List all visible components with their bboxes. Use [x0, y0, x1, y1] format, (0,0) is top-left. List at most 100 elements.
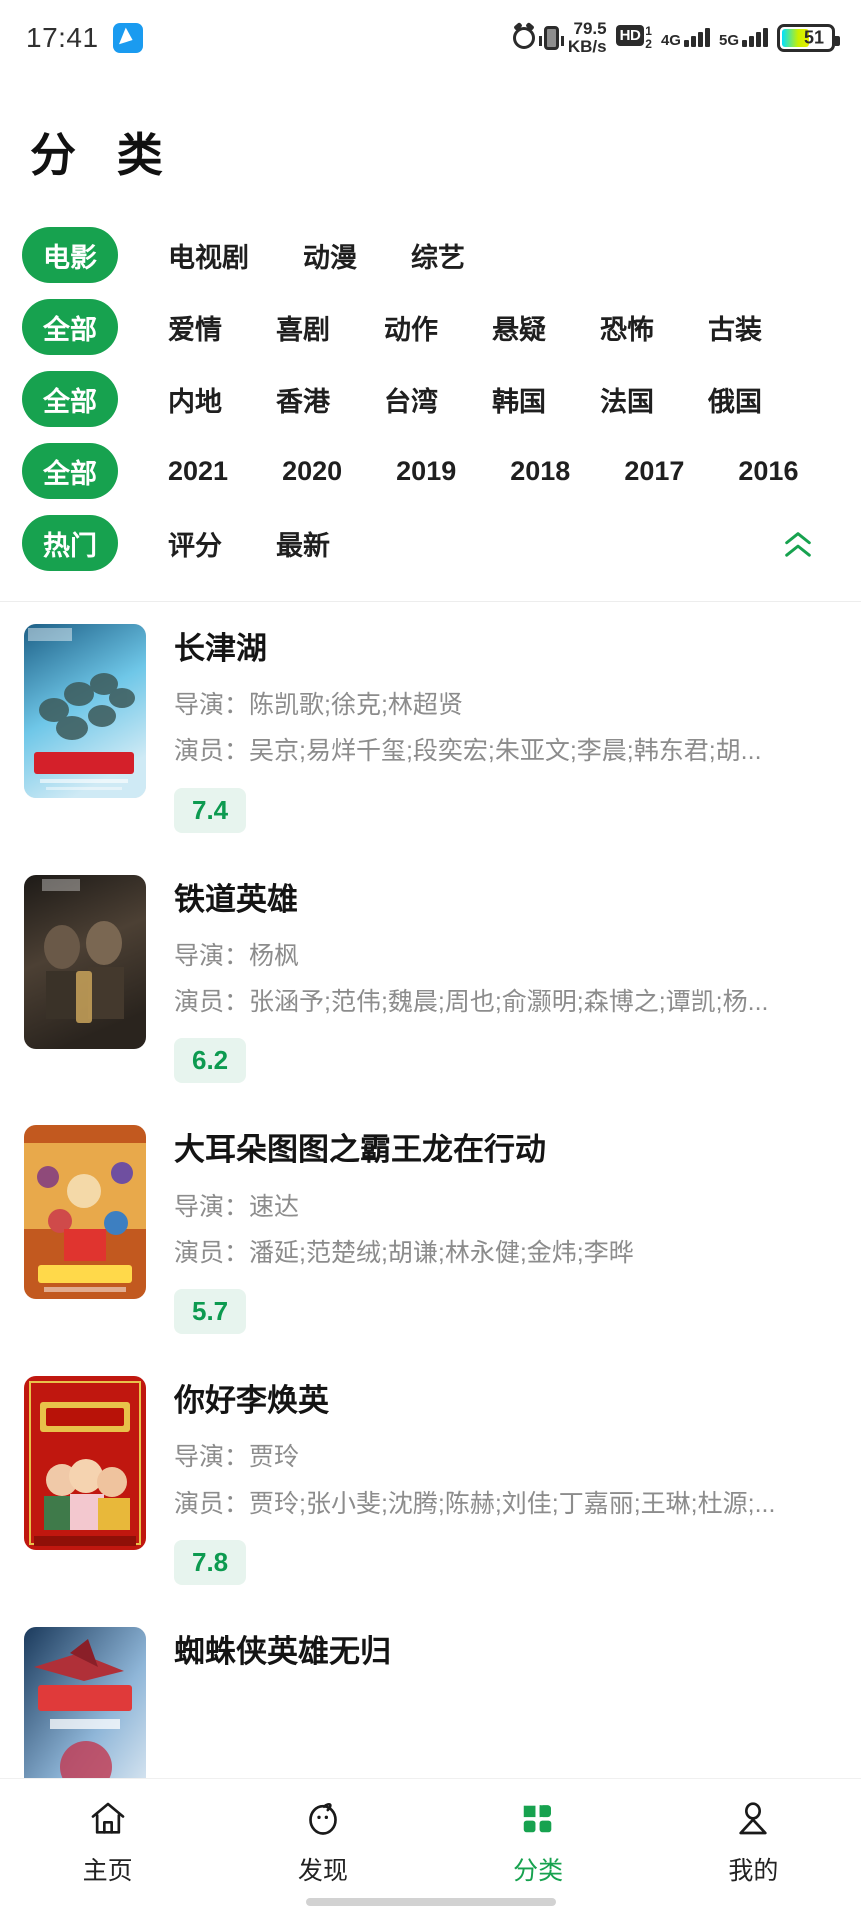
movie-info: 铁道英雄 导演：杨枫 演员：张涵予;范伟;魏晨;周也;俞灏明;森博之;谭凯;杨.…	[174, 875, 835, 1084]
filter-chip-genre-2[interactable]: 动作	[378, 308, 444, 347]
movie-poster[interactable]	[24, 1376, 146, 1551]
status-time: 17:41	[26, 21, 99, 53]
movie-rating-badge: 6.2	[174, 1038, 247, 1084]
hd-sim2: 2	[645, 36, 652, 51]
filter-chip-year-selected[interactable]: 全部	[22, 443, 118, 499]
list-item[interactable]: 大耳朵图图之霸王龙在行动 导演：速达 演员：潘延;范楚绒;胡谦;林永健;金炜;李…	[0, 1103, 861, 1354]
status-bar: 17:41 79.5 KB/s HD 1 2 4G 5G 51	[0, 0, 861, 75]
filter-chip-region-5[interactable]: 俄国	[702, 380, 768, 419]
movie-title: 蜘蛛侠英雄无归	[174, 1633, 391, 1669]
filter-chip-sort-0[interactable]: 评分	[162, 524, 228, 563]
filter-chip-genre-3[interactable]: 悬疑	[486, 308, 552, 347]
page-title: 分 类	[30, 129, 177, 181]
nav-label-discover: 发现	[297, 1857, 348, 1885]
battery-level: 51	[803, 27, 824, 47]
movie-actors: 演员：潘延;范楚绒;胡谦;林永健;金炜;李晔	[174, 1238, 634, 1267]
signal-bars-icon	[683, 28, 710, 47]
filter-chip-year-2[interactable]: 2019	[390, 456, 462, 487]
app-screen: 17:41 79.5 KB/s HD 1 2 4G 5G 51 分 类 电影 电…	[0, 0, 861, 1920]
filter-chip-genre-4[interactable]: 恐怖	[594, 308, 660, 347]
nav-label-profile: 我的	[728, 1857, 779, 1885]
movie-info: 蜘蛛侠英雄无归	[174, 1627, 835, 1801]
movie-rating-badge: 7.4	[174, 787, 247, 833]
filter-row-genre: 全部 爱情 喜剧 动作 悬疑 恐怖 古装	[0, 291, 861, 363]
list-item[interactable]: 你好李焕英 导演：贾玲 演员：贾玲;张小斐;沈腾;陈赫;刘佳;丁嘉丽;王琳;杜源…	[0, 1354, 861, 1605]
filter-chip-sort-1[interactable]: 最新	[270, 524, 336, 563]
filter-chip-year-1[interactable]: 2020	[276, 456, 348, 487]
network-speed-unit: KB/s	[567, 36, 607, 56]
vibrate-icon	[538, 25, 564, 50]
nav-item-home[interactable]: 主页	[0, 1797, 215, 1887]
nav-label-category: 分类	[513, 1857, 564, 1885]
filter-chip-year-4[interactable]: 2017	[618, 456, 690, 487]
filter-panel: 电影 电视剧 动漫 综艺 全部 爱情 喜剧 动作 悬疑 恐怖 古装 全部 内地 …	[0, 185, 861, 602]
nav-item-discover[interactable]: 发现	[215, 1797, 430, 1887]
nav-item-category[interactable]: 分类	[431, 1797, 646, 1887]
movie-poster[interactable]	[24, 874, 146, 1049]
filter-row-type: 电影 电视剧 动漫 综艺	[0, 219, 861, 291]
sim2-signal: 5G	[718, 28, 768, 49]
filter-chip-genre-selected[interactable]: 全部	[22, 299, 118, 355]
movie-actors: 演员：张涵予;范伟;魏晨;周也;俞灏明;森博之;谭凯;杨...	[174, 988, 769, 1017]
movie-rating-badge: 5.7	[174, 1289, 247, 1335]
filter-chip-genre-1[interactable]: 喜剧	[270, 308, 336, 347]
list-item[interactable]: 铁道英雄 导演：杨枫 演员：张涵予;范伟;魏晨;周也;俞灏明;森博之;谭凯;杨.…	[0, 853, 861, 1104]
network-speed: 79.5 KB/s	[568, 20, 607, 55]
movie-title: 你好李焕英	[174, 1383, 329, 1419]
movie-poster[interactable]	[24, 624, 146, 798]
alarm-icon	[512, 26, 535, 49]
filter-row-sort: 热门 评分 最新	[0, 507, 861, 579]
movie-info: 你好李焕英 导演：贾玲 演员：贾玲;张小斐;沈腾;陈赫;刘佳;丁嘉丽;王琳;杜源…	[174, 1376, 835, 1585]
collapse-filters-button[interactable]	[771, 518, 821, 568]
movie-info: 长津湖 导演：陈凯歌;徐克;林超贤 演员：吴京;易烊千玺;段奕宏;朱亚文;李晨;…	[174, 624, 835, 833]
home-icon	[86, 1797, 130, 1841]
home-indicator	[305, 1898, 556, 1906]
movie-title: 大耳朵图图之霸王龙在行动	[174, 1132, 546, 1168]
signal-bars-icon	[742, 28, 768, 47]
hd-label: HD	[615, 24, 645, 46]
movie-poster[interactable]	[24, 1125, 146, 1300]
filter-chip-region-0[interactable]: 内地	[162, 380, 228, 419]
filter-row-region: 全部 内地 香港 台湾 韩国 法国 俄国	[0, 363, 861, 435]
bottom-navigation: 主页 发现 分类 我的	[0, 1778, 861, 1920]
network-speed-value: 79.5	[573, 19, 607, 38]
filter-chip-genre-0[interactable]: 爱情	[162, 308, 228, 347]
movie-list: 长津湖 导演：陈凯歌;徐克;林超贤 演员：吴京;易烊千玺;段奕宏;朱亚文;李晨;…	[0, 602, 861, 1821]
nav-label-home: 主页	[82, 1857, 133, 1885]
filter-chip-region-selected[interactable]: 全部	[22, 371, 118, 427]
filter-chip-year-5[interactable]: 2016	[732, 456, 804, 487]
filter-chip-sort-selected[interactable]: 热门	[22, 515, 118, 571]
movie-poster[interactable]	[24, 1626, 146, 1801]
hd-sim-indicator: 1 2	[645, 25, 652, 50]
double-chevron-up-icon	[781, 528, 811, 558]
nav-item-profile[interactable]: 我的	[646, 1797, 861, 1887]
movie-actors: 演员：贾玲;张小斐;沈腾;陈赫;刘佳;丁嘉丽;王琳;杜源;...	[174, 1489, 776, 1518]
movie-director: 导演：陈凯歌;徐克;林超贤	[174, 691, 463, 720]
filter-chip-type-2[interactable]: 综艺	[405, 236, 471, 275]
sim1-network-label: 4G	[660, 32, 681, 49]
filter-chip-type-selected[interactable]: 电影	[22, 227, 118, 283]
movie-title: 长津湖	[174, 631, 267, 666]
filter-row-year: 全部 2021 2020 2019 2018 2017 2016	[0, 435, 861, 507]
hd-voice-icon: HD 1 2	[615, 24, 652, 50]
filter-chip-year-3[interactable]: 2018	[504, 456, 576, 487]
filter-chip-type-1[interactable]: 动漫	[297, 236, 363, 275]
movie-actors: 演员：吴京;易烊千玺;段奕宏;朱亚文;李晨;韩东君;胡...	[174, 737, 762, 766]
movie-director: 导演：贾玲	[174, 1443, 300, 1472]
movie-rating-badge: 7.8	[174, 1539, 247, 1585]
battery-icon: 51	[777, 23, 840, 52]
filter-chip-type-0[interactable]: 电视剧	[162, 236, 255, 275]
sim1-signal: 4G	[660, 28, 710, 49]
filter-chip-region-2[interactable]: 台湾	[378, 380, 444, 419]
messenger-icon	[112, 22, 143, 53]
sim2-network-label: 5G	[718, 32, 739, 49]
filter-chip-genre-5[interactable]: 古装	[702, 308, 768, 347]
filter-chip-region-1[interactable]: 香港	[270, 380, 336, 419]
filter-chip-region-4[interactable]: 法国	[594, 380, 660, 419]
list-item[interactable]: 长津湖 导演：陈凯歌;徐克;林超贤 演员：吴京;易烊千玺;段奕宏;朱亚文;李晨;…	[0, 602, 861, 853]
compass-icon	[301, 1797, 345, 1841]
status-bar-left: 17:41	[26, 22, 143, 54]
filter-chip-year-0[interactable]: 2021	[162, 456, 234, 487]
person-icon	[731, 1797, 775, 1841]
filter-chip-region-3[interactable]: 韩国	[486, 380, 552, 419]
